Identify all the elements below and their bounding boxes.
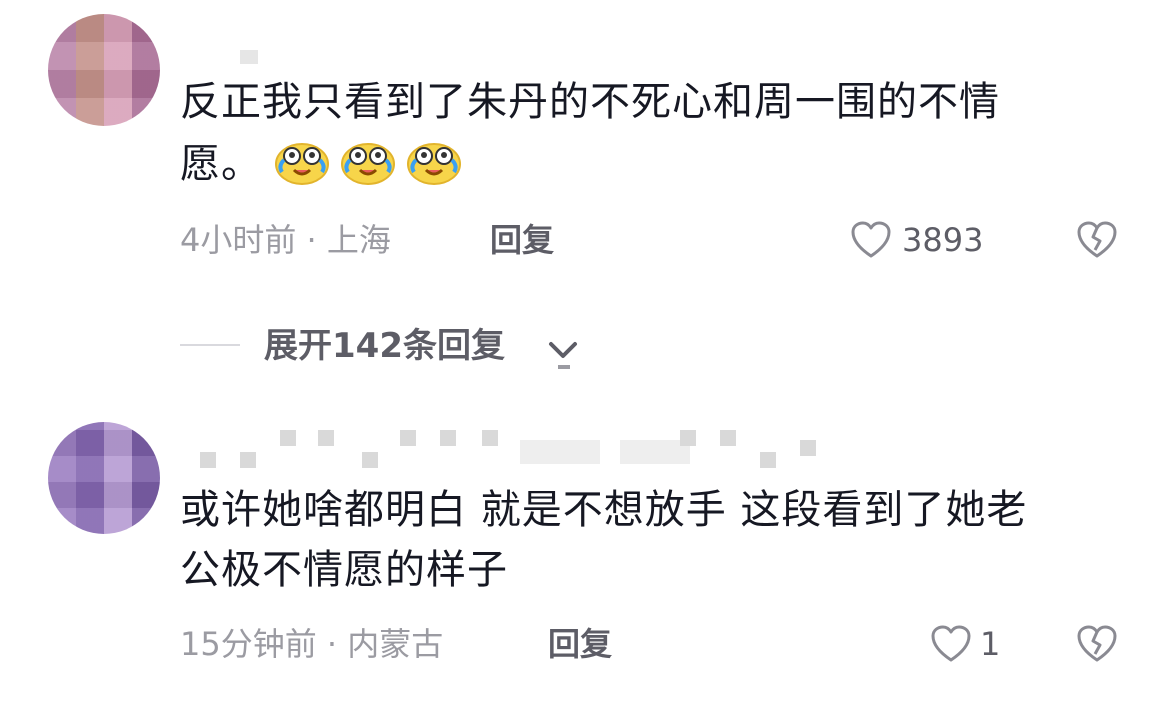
like-count: 3893 [902, 221, 984, 259]
comment-text: 公极不情愿的样子 [180, 547, 508, 593]
divider-line [180, 344, 240, 346]
dislike-icon[interactable] [1076, 220, 1118, 260]
comment-text: 反正我只看到了朱丹的不死心和周一围的不情 [180, 79, 1000, 125]
crying-laughing-emoji [275, 143, 329, 185]
crying-laughing-emoji [341, 143, 395, 185]
heart-icon[interactable] [850, 220, 892, 260]
comment-time-location: 15分钟前 · 内蒙古 [180, 625, 444, 663]
expand-replies-button[interactable]: 展开142条回复 [264, 324, 505, 368]
crying-laughing-emoji [407, 143, 461, 185]
like-count: 1 [980, 625, 1001, 663]
chevron-down-icon[interactable] [546, 334, 580, 370]
avatar[interactable] [48, 14, 160, 126]
heart-icon[interactable] [930, 624, 972, 664]
comment-text: 愿。 [180, 141, 262, 187]
reply-button[interactable]: 回复 [490, 220, 554, 260]
comment-time-location: 4小时前 · 上海 [180, 221, 391, 259]
reply-button[interactable]: 回复 [548, 624, 612, 664]
avatar[interactable] [48, 422, 160, 534]
expand-replies-label: 展开142条回复 [264, 326, 505, 366]
dislike-icon[interactable] [1076, 624, 1118, 664]
comment-text: 或许她啥都明白 就是不想放手 这段看到了她老 [180, 487, 1028, 533]
